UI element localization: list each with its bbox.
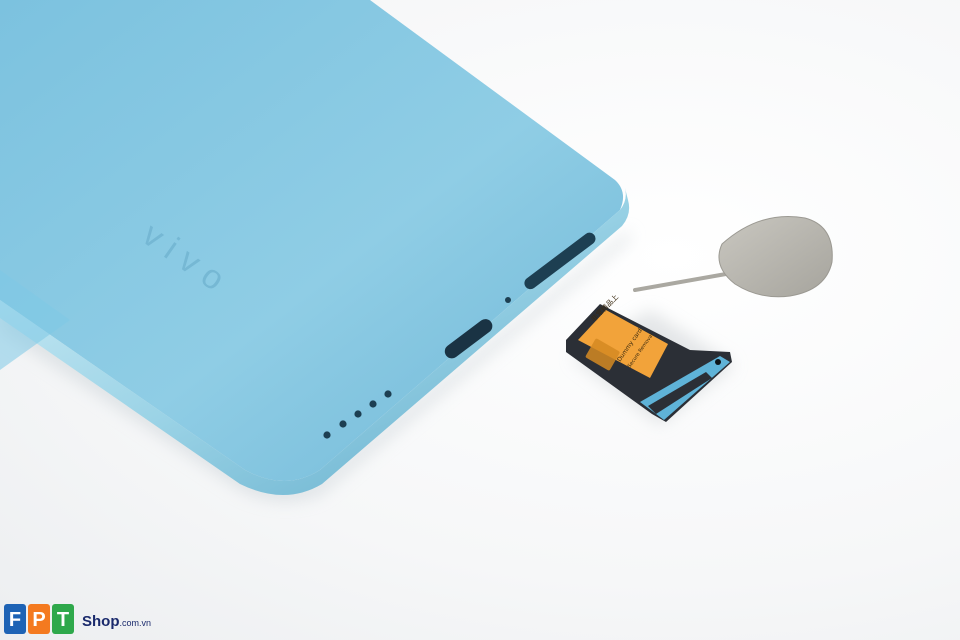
fpt-logo-letter-p: P — [32, 609, 45, 631]
fpt-logo-letter-t: T — [57, 609, 69, 631]
watermark-caption: Shop.com.vn — [82, 613, 151, 630]
sim-ejector-tool — [633, 215, 833, 298]
watermark-caption-suffix: .com.vn — [119, 618, 152, 628]
fpt-logo: F P T — [4, 604, 74, 634]
product-photo: vivo 非常精品上 Dummy card Secure Removal F P… — [0, 0, 960, 640]
photo-canvas: vivo 非常精品上 Dummy card Secure Removal F P… — [0, 0, 833, 634]
fpt-logo-letter-f: F — [9, 609, 21, 631]
watermark-caption-main: Shop — [82, 613, 120, 630]
microphone-hole — [505, 297, 511, 303]
phone-back — [0, 0, 624, 481]
